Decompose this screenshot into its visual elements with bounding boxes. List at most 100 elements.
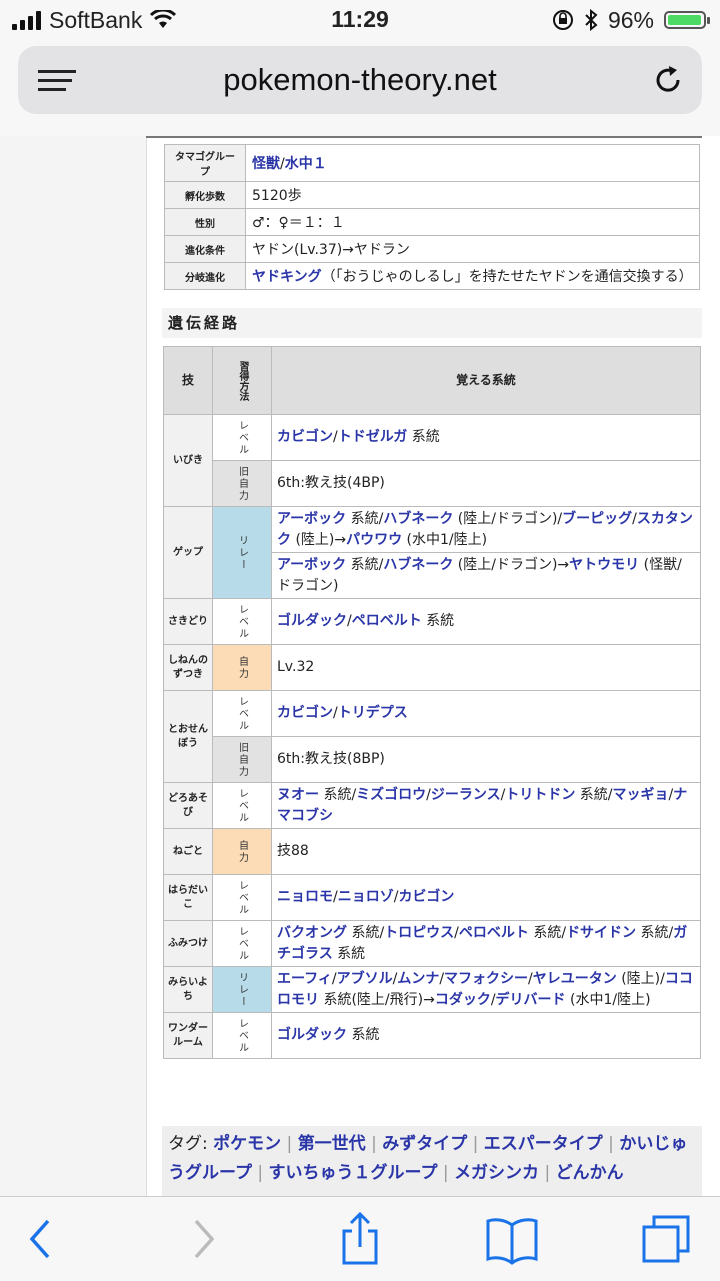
table-row: ふみつけ レベル バクオング 系統/トロピウス/ペロベルト 系統/ドサイドン 系統/… — [163, 920, 701, 967]
pokemon-link[interactable]: ニョロモ — [277, 889, 333, 905]
tag-link[interactable]: すいちゅう１グループ — [269, 1163, 438, 1183]
lineage-text: 系統/ — [346, 510, 384, 527]
table-row: タマゴグループ 怪獣/水中１ — [164, 144, 700, 182]
pokemon-link[interactable]: ブーピッグ — [562, 511, 632, 527]
lineage-text: 6th:教え技(4BP) — [277, 475, 385, 491]
pokemon-link[interactable]: ミズゴロウ — [356, 787, 426, 803]
lineage-text: 系統/ — [528, 924, 567, 941]
tag-link[interactable]: どんかん — [556, 1163, 624, 1183]
pokemon-link[interactable]: ジーランス — [431, 787, 501, 803]
row-label: 孵化歩数 — [164, 181, 246, 209]
reload-icon[interactable] — [650, 62, 686, 98]
method-cell: レベル — [212, 920, 272, 967]
table-row: どろあそび レベル ヌオー 系統/ミズゴロウ/ジーランス/トリトドン 系統/マッギョ… — [163, 782, 701, 829]
pokemon-link[interactable]: マッギョ — [613, 787, 669, 803]
pokemon-link[interactable]: ゴルダック — [277, 1027, 347, 1043]
tag-link[interactable]: みずタイプ — [382, 1134, 467, 1154]
pokemon-link[interactable]: カビゴン — [277, 705, 333, 721]
pokemon-link[interactable]: パウワウ — [346, 532, 402, 548]
forward-icon[interactable] — [172, 1211, 232, 1267]
row-value: 5120歩 — [245, 181, 700, 209]
bookmarks-icon[interactable] — [482, 1211, 542, 1267]
separator: | — [539, 1163, 556, 1183]
pokemon-link[interactable]: アーボック — [277, 511, 346, 527]
tabs-icon[interactable] — [636, 1211, 696, 1267]
pokemon-link[interactable]: バクオング — [277, 925, 347, 941]
pokemon-link[interactable]: カビゴン — [398, 889, 454, 905]
pokemon-link[interactable]: ペロベルト — [352, 613, 422, 629]
table-row: 孵化歩数 5120歩 — [164, 181, 700, 209]
method-cell: 旧自力 — [212, 460, 272, 507]
row-label: タマゴグループ — [164, 144, 246, 182]
pokemon-link[interactable]: コダック — [435, 992, 491, 1008]
pokemon-link[interactable]: アブソル — [337, 971, 393, 987]
pokemon-link[interactable]: ハブネーク — [383, 511, 453, 527]
pokemon-link[interactable]: トリデプス — [338, 705, 408, 721]
pokemon-link[interactable]: ムンナ — [397, 971, 439, 987]
lineage-cell: エーフィ/アブソル/ムンナ/マフォクシー/ヤレユータン (陸上)/ココロモリ 系… — [271, 966, 701, 1013]
share-icon[interactable] — [330, 1211, 390, 1267]
move-name: どろあそび — [163, 782, 213, 829]
pokemon-link[interactable]: トリトドン — [505, 787, 575, 803]
tag-link[interactable]: 第一世代 — [298, 1134, 366, 1154]
pokemon-link[interactable]: エーフィ — [277, 971, 332, 987]
lineage-cell: 技88 — [271, 828, 701, 875]
url-text[interactable]: pokemon-theory.net — [18, 62, 702, 98]
link[interactable]: ヤドキング — [252, 269, 322, 285]
method-cell: レベル — [212, 414, 272, 461]
table-row: いびき レベル カビゴン/トドゼルガ 系統 — [163, 414, 701, 507]
moves-table: 技 習得方法 覚える系統 いびき レベル カビゴン/トドゼルガ 系統 旧自力 6th:教… — [163, 346, 701, 1059]
table-row: さきどり レベル ゴルダック/ペロベルト 系統 — [163, 598, 701, 645]
tag-link[interactable]: エスパータイプ — [484, 1134, 603, 1154]
table-row: 旧自力 6th:教え技(8BP) — [164, 736, 701, 783]
pokemon-link[interactable]: マフォクシー — [444, 971, 528, 987]
method-cell: 自力 — [212, 644, 272, 691]
pokemon-link[interactable]: カビゴン — [277, 429, 333, 445]
lineage-text: (陸上)/ — [616, 970, 665, 987]
row-label: 分岐進化 — [164, 262, 246, 290]
move-name: ねごと — [163, 828, 213, 875]
table-row: みらいよち リレー エーフィ/アブソル/ムンナ/マフォクシー/ヤレユータン (陸上)… — [163, 966, 701, 1013]
address-bar[interactable]: pokemon-theory.net — [18, 46, 702, 114]
table-row: 旧自力 6th:教え技(4BP) — [164, 460, 701, 507]
pokemon-link[interactable]: ヤトウモリ — [569, 557, 639, 573]
lineage-text: 系統/ — [347, 924, 385, 941]
tag-link[interactable]: ポケモン — [213, 1134, 281, 1154]
link[interactable]: 水中１ — [285, 156, 327, 172]
lineage-text: 系統 — [332, 945, 366, 962]
lineage-cell: バクオング 系統/トロピウス/ペロベルト 系統/ドサイドン 系統/ガチゴラス 系… — [271, 920, 701, 967]
lineage-text: 系統(陸上/飛行)→ — [319, 991, 435, 1008]
table-row: 進化条件 ヤドン(Lv.37)→ヤドラン — [164, 235, 700, 263]
pokemon-link[interactable]: ゴルダック — [277, 613, 347, 629]
move-name: ワンダールーム — [163, 1012, 213, 1059]
pokemon-link[interactable]: デリバード — [496, 992, 566, 1008]
pokemon-link[interactable]: ペロベルト — [459, 925, 529, 941]
left-sidebar — [0, 136, 147, 1196]
lineage-text: 系統 — [421, 613, 455, 629]
separator: | — [281, 1134, 298, 1154]
tag-list: タグ: ポケモン | 第一世代 | みずタイプ | エスパータイプ | かいじゅ… — [162, 1126, 702, 1196]
method-cell: リレー — [212, 966, 272, 1013]
pokemon-link[interactable]: トロピウス — [384, 925, 454, 941]
table-row: 性別 ♂：♀＝１：１ — [164, 208, 700, 236]
pokemon-link[interactable]: アーボック — [277, 557, 346, 573]
lineage-cell: Lv.32 — [271, 644, 701, 691]
table-row: 分岐進化 ヤドキング（「おうじゃのしるし」を持たせたヤドンを通信交換する） — [164, 262, 700, 290]
pokemon-link[interactable]: トドゼルガ — [338, 429, 408, 445]
row-text: （「おうじゃのしるし」を持たせたヤドンを通信交換する） — [321, 269, 693, 285]
pokemon-link[interactable]: ドサイドン — [566, 925, 636, 941]
lineage-cell: 6th:教え技(8BP) — [271, 736, 701, 783]
pokemon-link[interactable]: ニョロゾ — [338, 889, 394, 905]
link[interactable]: 怪獣 — [252, 156, 280, 172]
battery-percent: 96% — [607, 6, 654, 33]
separator: | — [467, 1134, 484, 1154]
pokemon-link[interactable]: ヌオー — [277, 787, 319, 803]
method-cell: レベル — [212, 690, 272, 737]
tag-link[interactable]: メガシンカ — [454, 1163, 539, 1183]
move-name: いびき — [163, 414, 213, 507]
back-icon[interactable] — [12, 1211, 72, 1267]
method-cell: 自力 — [212, 828, 272, 875]
pokemon-link[interactable]: ハブネーク — [383, 557, 453, 573]
pokemon-link[interactable]: ヤレユータン — [533, 971, 617, 987]
lineage-text: 系統/ — [636, 924, 674, 941]
